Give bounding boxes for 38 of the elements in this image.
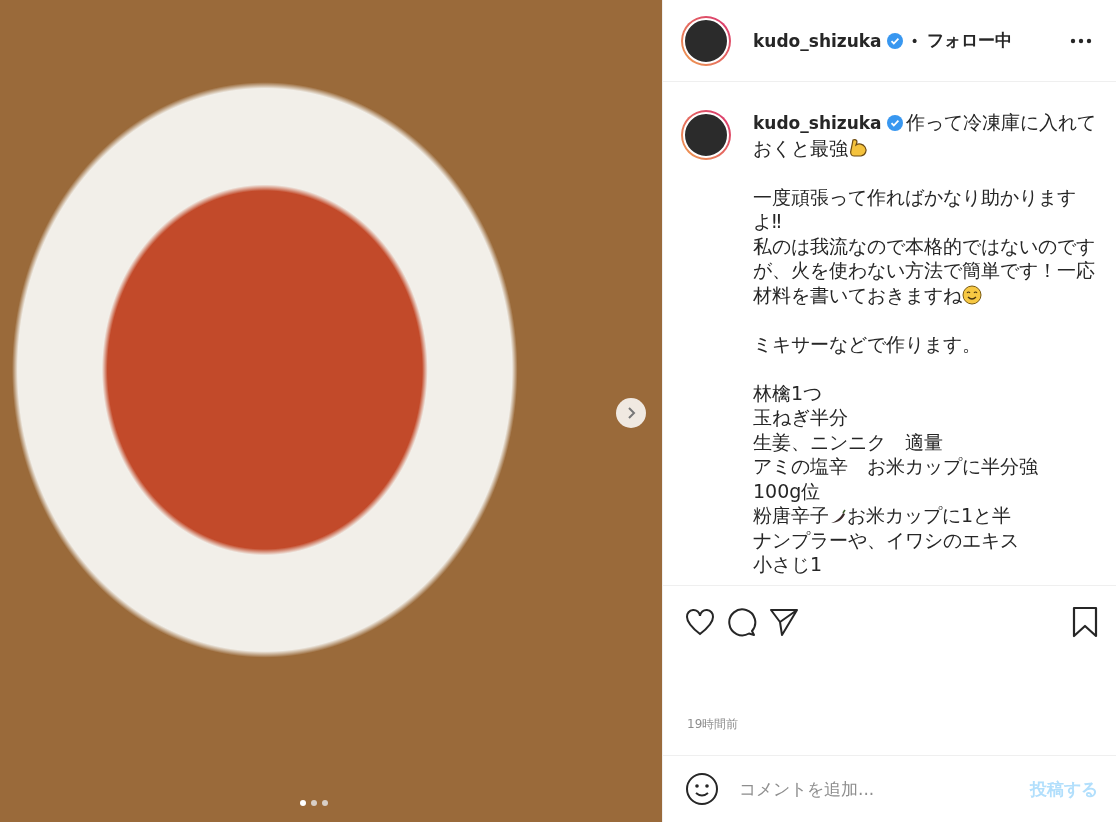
caption-text: 一度頑張って作ればかなり助かります	[753, 185, 1076, 208]
caption-text: ミキサーなどで作ります。	[753, 332, 981, 355]
caption-text: アミの塩辛 お米カップに半分強	[753, 455, 1038, 477]
caption-text: 100g位	[753, 479, 821, 502]
follow-status[interactable]: フォロー中	[926, 29, 1012, 52]
separator-dot: •	[910, 32, 919, 49]
post-time: 19時間前	[663, 658, 1116, 756]
bookmark-icon[interactable]	[1072, 606, 1098, 638]
avatar[interactable]	[681, 110, 731, 160]
carousel-dot[interactable]	[311, 800, 317, 806]
caption-text: 林檎1つ	[753, 381, 823, 404]
next-photo-button[interactable]	[616, 398, 646, 428]
caption-text: ナンプラーや、イワシのエキス	[753, 528, 1019, 551]
smiling-face-icon	[962, 284, 982, 305]
caption-text: 私のは我流なので本格的ではないのです	[753, 234, 1095, 257]
caption-text: おくと最強	[753, 136, 848, 159]
caption-text: 粉唐辛子	[753, 504, 829, 526]
caption-text: 小さじ1	[753, 553, 823, 575]
caption-text: 玉ねぎ半分	[753, 406, 848, 428]
chevron-right-icon	[626, 407, 636, 419]
comment-icon[interactable]	[727, 607, 757, 637]
caption-text: 生姜、ニンニク 適量	[753, 430, 943, 453]
carousel-dot[interactable]	[300, 800, 306, 806]
username-link[interactable]: kudo_shizuka	[753, 113, 882, 133]
caption-text: が、火を使わない方法で簡単です！一応	[753, 259, 1095, 281]
emoji-icon[interactable]	[685, 772, 719, 806]
avatar[interactable]	[681, 15, 731, 66]
username-link[interactable]: kudo_shizuka	[753, 30, 882, 51]
flexed-arm-icon	[848, 137, 868, 158]
caption-text: 材料を書いておきますね	[753, 283, 962, 306]
caption-text: よ‼	[753, 210, 782, 232]
share-icon[interactable]	[769, 608, 799, 636]
carousel-dot[interactable]	[322, 800, 328, 806]
chili-pepper-icon	[829, 507, 847, 525]
caption-text: 作って冷凍庫に入れて	[905, 111, 1096, 133]
heart-icon[interactable]	[685, 608, 715, 636]
caption-text: お米カップに1と半	[847, 504, 1012, 526]
more-options-icon[interactable]	[1070, 37, 1092, 44]
